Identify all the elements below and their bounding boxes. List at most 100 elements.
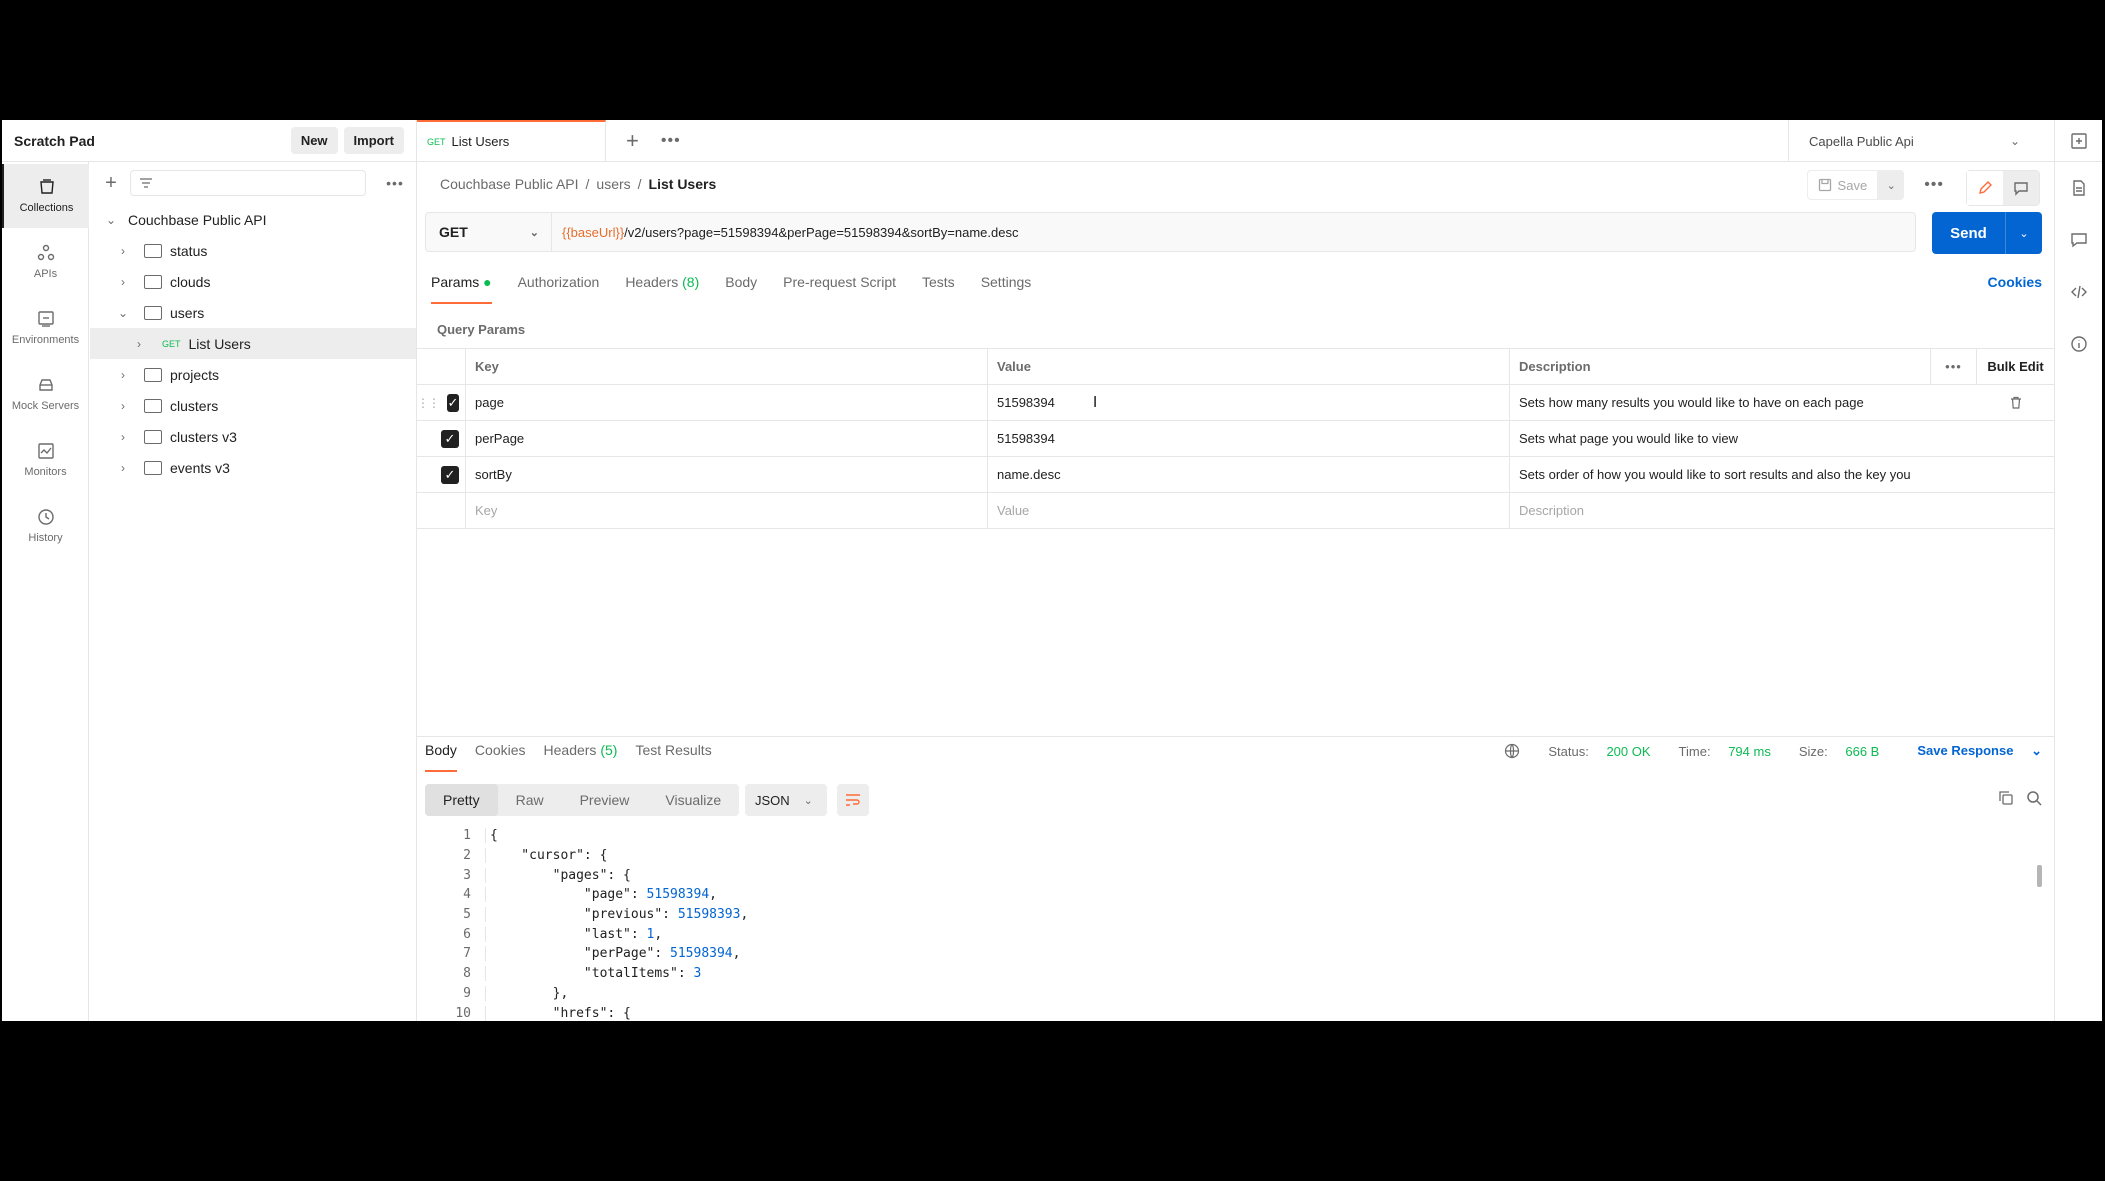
breadcrumb-current[interactable]: List Users (649, 176, 717, 192)
request-options-icon[interactable]: ••• (1924, 176, 1944, 194)
rail-environments[interactable]: Environments (2, 296, 89, 360)
tab-params[interactable]: Params ● (431, 274, 492, 304)
search-icon[interactable] (2026, 790, 2042, 806)
code-text: "hrefs": { (485, 1005, 631, 1021)
environment-quicklook-icon[interactable] (2055, 120, 2102, 162)
time-value[interactable]: 794 ms (1728, 744, 1771, 759)
new-button[interactable]: New (290, 127, 338, 154)
rail-mock-servers[interactable]: Mock Servers (2, 362, 89, 426)
tree-folder-users[interactable]: ⌄ users (90, 297, 416, 328)
format-select[interactable]: JSON ⌄ (745, 784, 827, 816)
rail-history[interactable]: History (2, 494, 89, 558)
param-value[interactable]: 51598394 (988, 421, 1510, 456)
tree-root[interactable]: ⌄ Couchbase Public API (90, 204, 416, 235)
globe-icon[interactable] (1504, 743, 1520, 759)
tree-folder-status[interactable]: › status (90, 235, 416, 266)
size-label-text: Size: (1798, 743, 1828, 759)
info-icon[interactable] (2055, 318, 2102, 370)
tab-label: List Users (451, 134, 510, 149)
bulk-edit-button[interactable]: Bulk Edit (1977, 349, 2054, 384)
tab-authorization[interactable]: Authorization (518, 274, 600, 304)
documentation-icon[interactable] (2055, 162, 2102, 214)
copy-icon[interactable] (1998, 790, 2014, 806)
rail-apis[interactable]: APIs (2, 230, 89, 294)
save-response-button[interactable]: Save Response ⌄ (1903, 743, 2042, 759)
tab-settings[interactable]: Settings (981, 274, 1032, 304)
new-value-input[interactable]: Value (988, 493, 1510, 528)
wrap-lines-icon[interactable] (837, 784, 869, 816)
method-select[interactable]: GET ⌄ (426, 213, 552, 251)
request-editor: Couchbase Public API / users / List Users Sa… (417, 162, 2054, 1021)
rail-label: History (28, 532, 63, 544)
more-options-icon[interactable]: ••• (384, 172, 406, 194)
url-input[interactable]: {{baseUrl}}/v2/users?page=51598394&perPa… (552, 213, 1915, 251)
rail-collections[interactable]: Collections (2, 164, 89, 228)
param-value[interactable]: 51598394 I (988, 385, 1510, 420)
breadcrumb-root[interactable]: Couchbase Public API (440, 176, 579, 192)
environment-select[interactable]: Capella Public Api ⌄ (1788, 120, 2034, 162)
tab-options-icon[interactable]: ••• (661, 132, 681, 150)
view-visualize[interactable]: Visualize (647, 784, 739, 816)
rail-monitors[interactable]: Monitors (2, 428, 89, 492)
delete-icon[interactable] (1977, 385, 2054, 420)
size-value[interactable]: 666 B (1845, 744, 1879, 759)
filter-input[interactable] (130, 170, 366, 196)
param-key[interactable]: page (466, 385, 988, 420)
send-dropdown-button[interactable]: ⌄ (2006, 212, 2042, 254)
save-button[interactable]: Save (1806, 170, 1879, 200)
tree-folder-clusters-v3[interactable]: › clusters v3 (90, 421, 416, 452)
view-preview[interactable]: Preview (562, 784, 648, 816)
tab-list-users[interactable]: GET List Users (417, 120, 606, 162)
chevron-down-icon: ⌄ (105, 212, 117, 227)
view-raw[interactable]: Raw (498, 784, 562, 816)
header-key: Key (466, 349, 988, 384)
new-tab-icon[interactable]: + (626, 128, 639, 154)
scrollbar[interactable] (2037, 865, 2042, 887)
status-value[interactable]: 200 OK (1606, 744, 1650, 759)
import-button[interactable]: Import (343, 127, 404, 154)
code-line: 5 "previous": 51598393, (425, 905, 2030, 925)
code-icon[interactable] (2055, 266, 2102, 318)
resp-tab-test-results[interactable]: Test Results (635, 742, 711, 772)
param-description[interactable]: Sets what page you would like to view (1510, 421, 2054, 456)
comments-icon[interactable] (2055, 214, 2102, 266)
tree-folder-clouds[interactable]: › clouds (90, 266, 416, 297)
save-dropdown-button[interactable]: ⌄ (1878, 170, 1905, 200)
line-number: 1 (463, 828, 471, 844)
new-key-input[interactable]: Key (466, 493, 988, 528)
resp-tab-headers[interactable]: Headers (5) (544, 742, 618, 772)
column-options-icon[interactable]: ••• (1931, 349, 1977, 384)
param-key[interactable]: sortBy (466, 457, 988, 492)
row-checkbox[interactable]: ✓ (441, 465, 459, 484)
param-description[interactable]: Sets order of how you would like to sort… (1510, 457, 2054, 492)
resp-tab-cookies[interactable]: Cookies (475, 742, 526, 772)
drag-handle-icon[interactable]: ⋮⋮ (417, 396, 440, 410)
cookies-link[interactable]: Cookies (1988, 274, 2042, 290)
edit-mode-icon[interactable] (1967, 171, 2003, 205)
new-description-input[interactable]: Description (1510, 493, 2054, 528)
response-divider[interactable] (417, 736, 2054, 737)
tab-tests[interactable]: Tests (922, 274, 955, 304)
tab-headers[interactable]: Headers (8) (625, 274, 699, 304)
tree-folder-clusters[interactable]: › clusters (90, 390, 416, 421)
tree-folder-events-v3[interactable]: › events v3 (90, 452, 416, 483)
response-body-code[interactable]: 1{2 "cursor": {3 "pages": {4 "page": 515… (425, 826, 2030, 1021)
header-spacer (417, 349, 466, 384)
resp-tab-body[interactable]: Body (425, 742, 457, 772)
row-checkbox[interactable]: ✓ (441, 429, 459, 448)
view-pretty[interactable]: Pretty (425, 784, 498, 816)
param-key[interactable]: perPage (466, 421, 988, 456)
param-description[interactable]: Sets how many results you would like to … (1510, 385, 1977, 420)
tree-request-list-users[interactable]: › GET List Users (90, 328, 416, 359)
row-checkbox[interactable]: ✓ (447, 393, 459, 412)
breadcrumb-folder[interactable]: users (596, 176, 630, 192)
param-value[interactable]: name.desc (988, 457, 1510, 492)
comment-mode-icon[interactable] (2003, 171, 2039, 205)
code-line: 8 "totalItems": 3 (425, 964, 2030, 984)
tab-prerequest[interactable]: Pre-request Script (783, 274, 896, 304)
tree-folder-projects[interactable]: › projects (90, 359, 416, 390)
tab-body[interactable]: Body (725, 274, 757, 304)
send-button[interactable]: Send (1932, 212, 2006, 254)
rail-label: APIs (33, 268, 58, 280)
add-icon[interactable]: + (100, 172, 122, 194)
